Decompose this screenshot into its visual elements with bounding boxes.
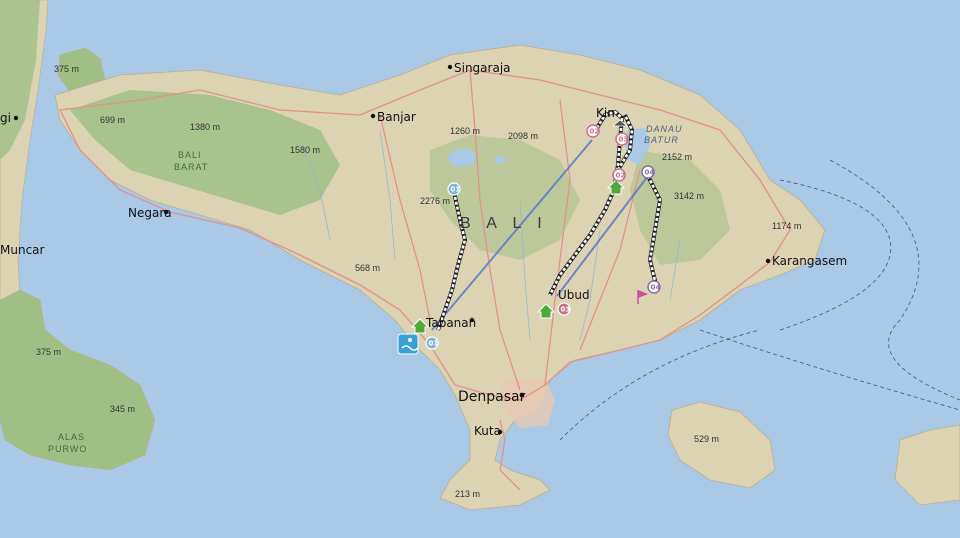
label-muncar: Muncar xyxy=(0,243,45,257)
elev-1580: 1580 m xyxy=(290,145,320,155)
stage-marker-04-end[interactable]: 04 xyxy=(647,280,661,294)
elev-375-left: 375 m xyxy=(36,347,61,357)
map-canvas[interactable]: B A L I Singaraja Banjar Negara Tabanan … xyxy=(0,0,960,538)
map-svg[interactable]: B A L I Singaraja Banjar Negara Tabanan … xyxy=(0,0,960,538)
lake-bratan xyxy=(448,149,476,167)
label-gi: gi xyxy=(0,111,11,125)
label-danau-2: BATUR xyxy=(644,135,679,145)
elev-375-top: 375 m xyxy=(54,64,79,74)
label-tabanan: Tabanan xyxy=(425,316,476,330)
label-banjar: Banjar xyxy=(377,110,416,124)
label-ubud: Ubud xyxy=(558,288,590,302)
svg-text:04: 04 xyxy=(645,169,655,177)
elev-1174: 1174 m xyxy=(772,221,801,231)
dot-singaraja xyxy=(447,64,453,70)
label-karangasem: Karangasem xyxy=(772,254,847,268)
stage-marker-03-end[interactable]: 03 xyxy=(557,302,571,316)
svg-text:02: 02 xyxy=(616,172,626,180)
svg-text:02: 02 xyxy=(590,128,600,136)
svg-text:01: 01 xyxy=(451,186,461,194)
dot-gi xyxy=(13,115,19,121)
dot-karangasem xyxy=(765,258,771,264)
svg-text:01: 01 xyxy=(429,340,439,348)
elev-213: 213 m xyxy=(455,489,480,499)
stage-marker-02-start[interactable]: 02 xyxy=(586,124,600,138)
dot-banjar xyxy=(370,113,376,119)
stage-marker-02-end[interactable]: 02 xyxy=(612,168,626,182)
label-danau-1: DANAU xyxy=(646,124,683,134)
start-wave-icon[interactable] xyxy=(397,333,419,355)
svg-text:03: 03 xyxy=(619,136,629,144)
elev-345: 345 m xyxy=(110,404,135,414)
label-singaraja: Singaraja xyxy=(454,61,511,75)
label-alas-1: ALAS xyxy=(58,432,85,442)
label-bali-barat-2: BARAT xyxy=(174,162,208,172)
elev-1260: 1260 m xyxy=(450,126,480,136)
elev-1380: 1380 m xyxy=(190,122,220,132)
label-alas-2: PURWO xyxy=(48,444,87,454)
stage-marker-04-start[interactable]: 04 xyxy=(641,165,655,179)
elev-3142: 3142 m xyxy=(674,191,704,201)
elev-699: 699 m xyxy=(100,115,125,125)
lake-tamblingan xyxy=(494,156,506,164)
svg-text:03: 03 xyxy=(561,306,571,314)
label-bali-barat-1: BALI xyxy=(178,150,202,160)
elev-2276: 2276 m xyxy=(420,196,450,206)
label-negara: Negara xyxy=(128,206,172,220)
elev-568: 568 m xyxy=(355,263,380,273)
label-kin: Kin xyxy=(596,106,615,120)
stage-marker-03-start[interactable]: 03 xyxy=(615,132,629,146)
stage-marker-01-end[interactable]: 01 xyxy=(447,182,461,196)
stage-marker-01-start[interactable]: 01 xyxy=(425,336,439,350)
elev-529: 529 m xyxy=(694,434,719,444)
elev-2152: 2152 m xyxy=(662,152,692,162)
label-kuta: Kuta xyxy=(474,424,501,438)
svg-text:04: 04 xyxy=(651,284,661,292)
elev-2098: 2098 m xyxy=(508,131,538,141)
island-label: B A L I xyxy=(460,215,548,232)
label-denpasar: Denpasar xyxy=(458,389,526,405)
